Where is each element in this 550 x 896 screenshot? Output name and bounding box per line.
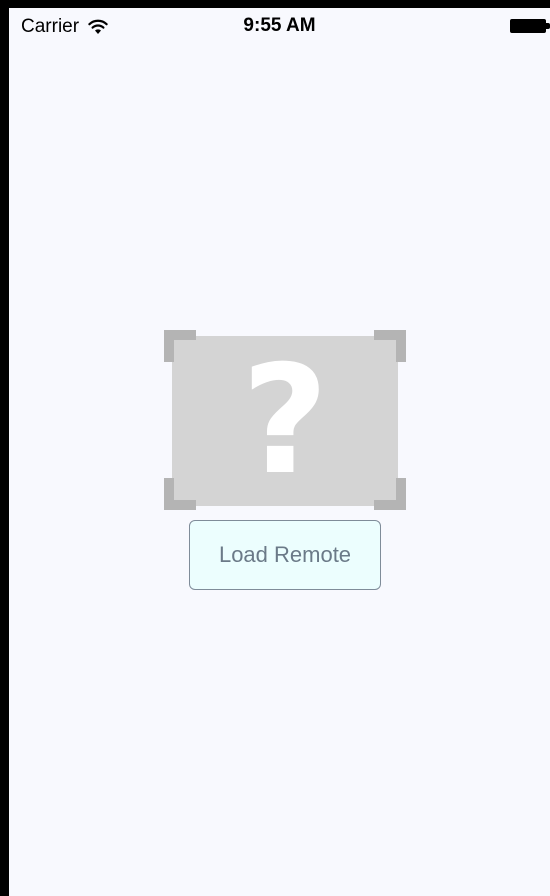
- question-mark-icon: ?: [241, 334, 329, 508]
- image-placeholder: ?: [164, 330, 406, 510]
- load-remote-button[interactable]: Load Remote: [189, 520, 381, 590]
- status-time: 9:55 AM: [243, 15, 316, 36]
- status-bar: Carrier 9:55 AM: [9, 8, 550, 44]
- device-screen: Carrier 9:55 AM ? Load Remote: [0, 0, 550, 896]
- battery-full-icon: [510, 19, 550, 33]
